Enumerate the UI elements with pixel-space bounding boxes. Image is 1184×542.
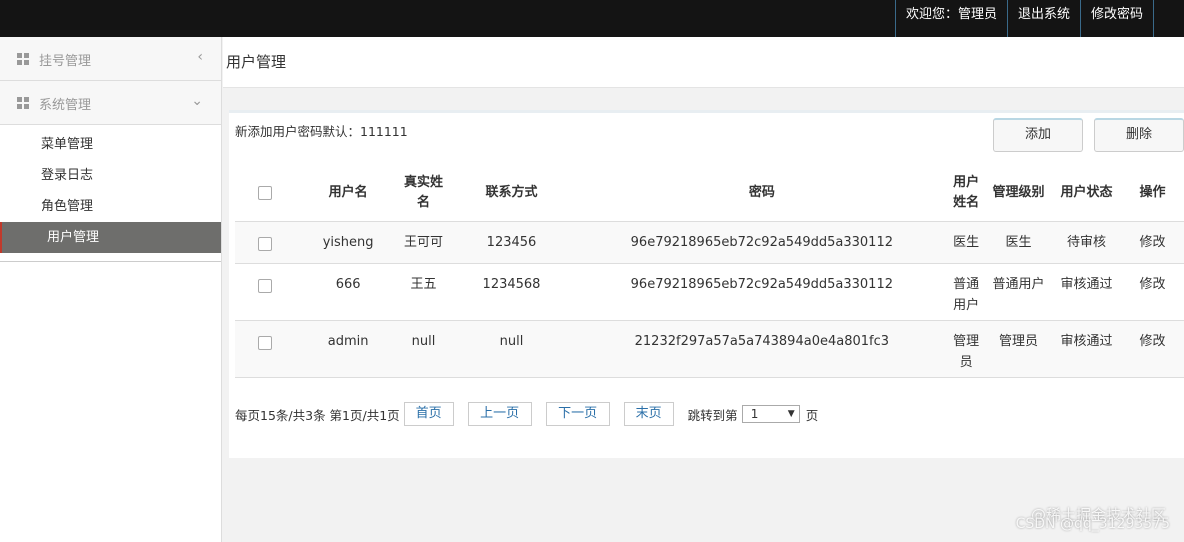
cell-status: 待审核 (1051, 221, 1122, 264)
cell-level: 管理员 (984, 320, 1052, 378)
column-header: 用户姓名 (947, 165, 985, 222)
change-password-link[interactable]: 修改密码 (1079, 0, 1154, 37)
cell-username: admin (295, 320, 401, 378)
cell-username: yisheng (295, 221, 401, 264)
cell-username: 666 (295, 263, 401, 321)
select-all-cell (235, 165, 296, 222)
user-table: 用户名 真实姓名 联系方式 密码 用户姓名 管理级别 用户状态 操作 yishe… (235, 165, 1184, 378)
row-select-cell (235, 263, 296, 321)
cell-level: 普通用户 (984, 263, 1052, 321)
sidebar-item-login-log[interactable]: 登录日志 (0, 160, 221, 191)
cell-level: 医生 (984, 221, 1052, 264)
menu-group-label: 挂号管理 (39, 54, 92, 69)
row-checkbox[interactable] (258, 236, 273, 251)
row-checkbox[interactable] (258, 278, 273, 293)
sidebar-item-role-management[interactable]: 角色管理 (0, 191, 221, 222)
table-row: yisheng 王可可 123456 96e79218965eb72c92a54… (235, 221, 1184, 264)
column-header: 用户名 (295, 165, 401, 222)
cell-user-name: 医生 (947, 221, 985, 264)
column-header: 真实姓名 (400, 165, 447, 222)
table-row: admin null null 21232f297a57a5a743894a0e… (235, 320, 1184, 378)
logout-link[interactable]: 退出系统 (1006, 0, 1080, 37)
user-panel: 新添加用户密码默认：111111 添加 删除 用户名 真实姓名 联系方式 密码 … (229, 110, 1184, 458)
edit-link[interactable]: 修改 (1121, 320, 1184, 378)
page-select[interactable]: 1 ▼ (741, 405, 800, 423)
top-nav: 欢迎您：管理员 退出系统 修改密码 (894, 0, 1154, 37)
page-select-value: 1 (750, 407, 759, 421)
table-header-row: 用户名 真实姓名 联系方式 密码 用户姓名 管理级别 用户状态 操作 (235, 165, 1184, 222)
jump-prefix: 跳转到第 (687, 407, 738, 423)
sidebar-item-menu-management[interactable]: 菜单管理 (0, 129, 221, 160)
grid-icon (17, 97, 29, 109)
edit-link[interactable]: 修改 (1121, 221, 1184, 264)
cell-contact: 1234568 (446, 263, 577, 321)
pagination-summary: 每页15条/共3条 第1页/共1页 (235, 407, 400, 423)
cell-contact: null (446, 320, 577, 378)
cell-user-name: 普通用户 (947, 263, 985, 321)
table-row: 666 王五 1234568 96e79218965eb72c92a549dd5… (235, 263, 1184, 321)
delete-button[interactable]: 删除 (1094, 118, 1184, 152)
first-page-button[interactable]: 首页 (403, 402, 454, 426)
pagination: 每页15条/共3条 第1页/共1页 首页 上一页 下一页 末页 跳转到第 1 ▼… (235, 401, 818, 427)
chevron-down-icon: ⌄ (191, 93, 203, 109)
column-header: 密码 (576, 165, 948, 222)
prev-page-button[interactable]: 上一页 (467, 402, 532, 426)
cell-user-name: 管理员 (947, 320, 985, 378)
edit-link[interactable]: 修改 (1121, 263, 1184, 321)
cell-status: 审核通过 (1051, 263, 1122, 321)
cell-realname: 王可可 (400, 221, 447, 264)
cell-password: 96e79218965eb72c92a549dd5a330112 (576, 221, 948, 264)
default-password-notice: 新添加用户密码默认：111111 (235, 124, 408, 139)
next-page-button[interactable]: 下一页 (545, 402, 610, 426)
watermark-csdn: CSDN @qq_31293575 (1015, 516, 1170, 532)
chevron-left-icon: ‹ (197, 49, 203, 65)
system-submenu: 菜单管理 登录日志 角色管理 用户管理 (0, 125, 221, 262)
row-select-cell (235, 221, 296, 264)
menu-group-label: 系统管理 (39, 98, 92, 113)
welcome-text: 欢迎您：管理员 (894, 0, 1007, 37)
menu-group-system[interactable]: 系统管理 ⌄ (0, 81, 221, 125)
cell-password: 21232f297a57a5a743894a0e4a801fc3 (576, 320, 948, 378)
sidebar: 挂号管理 ‹ 系统管理 ⌄ 菜单管理 登录日志 角色管理 用户管理 (0, 37, 222, 542)
column-header: 联系方式 (446, 165, 577, 222)
row-select-cell (235, 320, 296, 378)
grid-icon (17, 53, 29, 65)
page-title: 用户管理 (226, 53, 287, 71)
jump-suffix: 页 (805, 407, 819, 423)
row-checkbox[interactable] (258, 335, 273, 350)
last-page-button[interactable]: 末页 (623, 402, 674, 426)
column-header: 用户状态 (1051, 165, 1122, 222)
sidebar-item-user-management[interactable]: 用户管理 (0, 222, 221, 253)
select-all-checkbox[interactable] (258, 186, 273, 201)
cell-realname: null (400, 320, 447, 378)
column-header: 操作 (1121, 165, 1184, 222)
top-bar: 欢迎您：管理员 退出系统 修改密码 (0, 0, 1184, 37)
cell-realname: 王五 (400, 263, 447, 321)
cell-contact: 123456 (446, 221, 577, 264)
menu-group-registration[interactable]: 挂号管理 ‹ (0, 37, 221, 81)
cell-status: 审核通过 (1051, 320, 1122, 378)
page-header: 用户管理 (223, 37, 1184, 88)
dropdown-arrow-icon: ▼ (787, 409, 795, 419)
cell-password: 96e79218965eb72c92a549dd5a330112 (576, 263, 948, 321)
add-button[interactable]: 添加 (993, 118, 1083, 152)
column-header: 管理级别 (984, 165, 1052, 222)
